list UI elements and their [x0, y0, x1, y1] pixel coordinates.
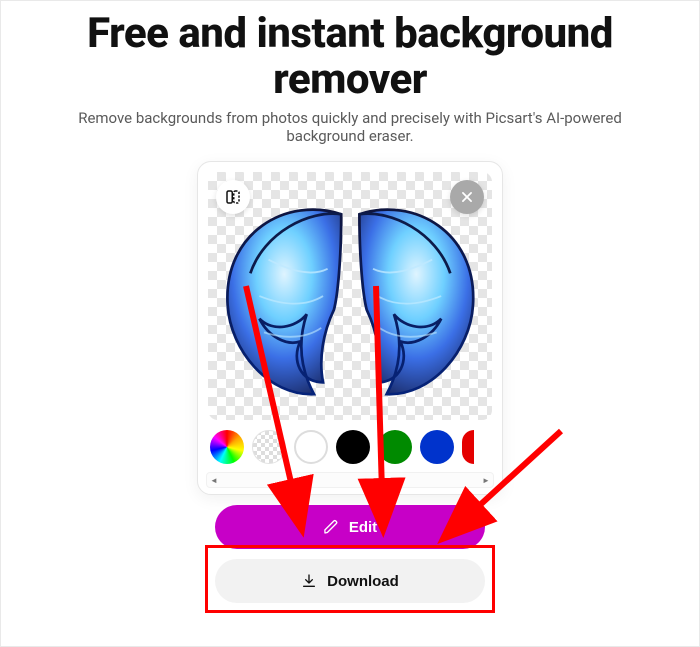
result-image [208, 172, 492, 420]
scroll-left-icon: ◄ [207, 473, 221, 487]
pencil-icon [323, 519, 339, 535]
swatch-white[interactable] [294, 430, 328, 464]
swatch-black[interactable] [336, 430, 370, 464]
swatch-green[interactable] [378, 430, 412, 464]
scroll-right-icon: ► [479, 473, 493, 487]
compare-icon [224, 188, 242, 206]
page-title: Free and instant background remover [41, 11, 659, 103]
swatch-blue[interactable] [420, 430, 454, 464]
edit-button-label: Edit [349, 519, 377, 536]
swatch-transparent[interactable] [252, 430, 286, 464]
background-swatches [198, 420, 502, 472]
wings-illustration [214, 177, 487, 415]
download-button-label: Download [327, 573, 399, 590]
swatch-color-picker[interactable] [210, 430, 244, 464]
page: Free and instant background remover Remo… [0, 0, 700, 647]
close-icon [460, 190, 474, 204]
action-buttons: Edit Download [215, 505, 485, 603]
swatch-red[interactable] [462, 430, 474, 464]
edit-button[interactable]: Edit [215, 505, 485, 549]
swatch-scrollbar[interactable]: ◄ ► [206, 472, 494, 488]
result-card: ◄ ► [197, 161, 503, 495]
download-icon [301, 573, 317, 589]
download-button[interactable]: Download [215, 559, 485, 603]
page-subtitle: Remove backgrounds from photos quickly a… [41, 109, 659, 145]
preview-area [198, 162, 502, 420]
